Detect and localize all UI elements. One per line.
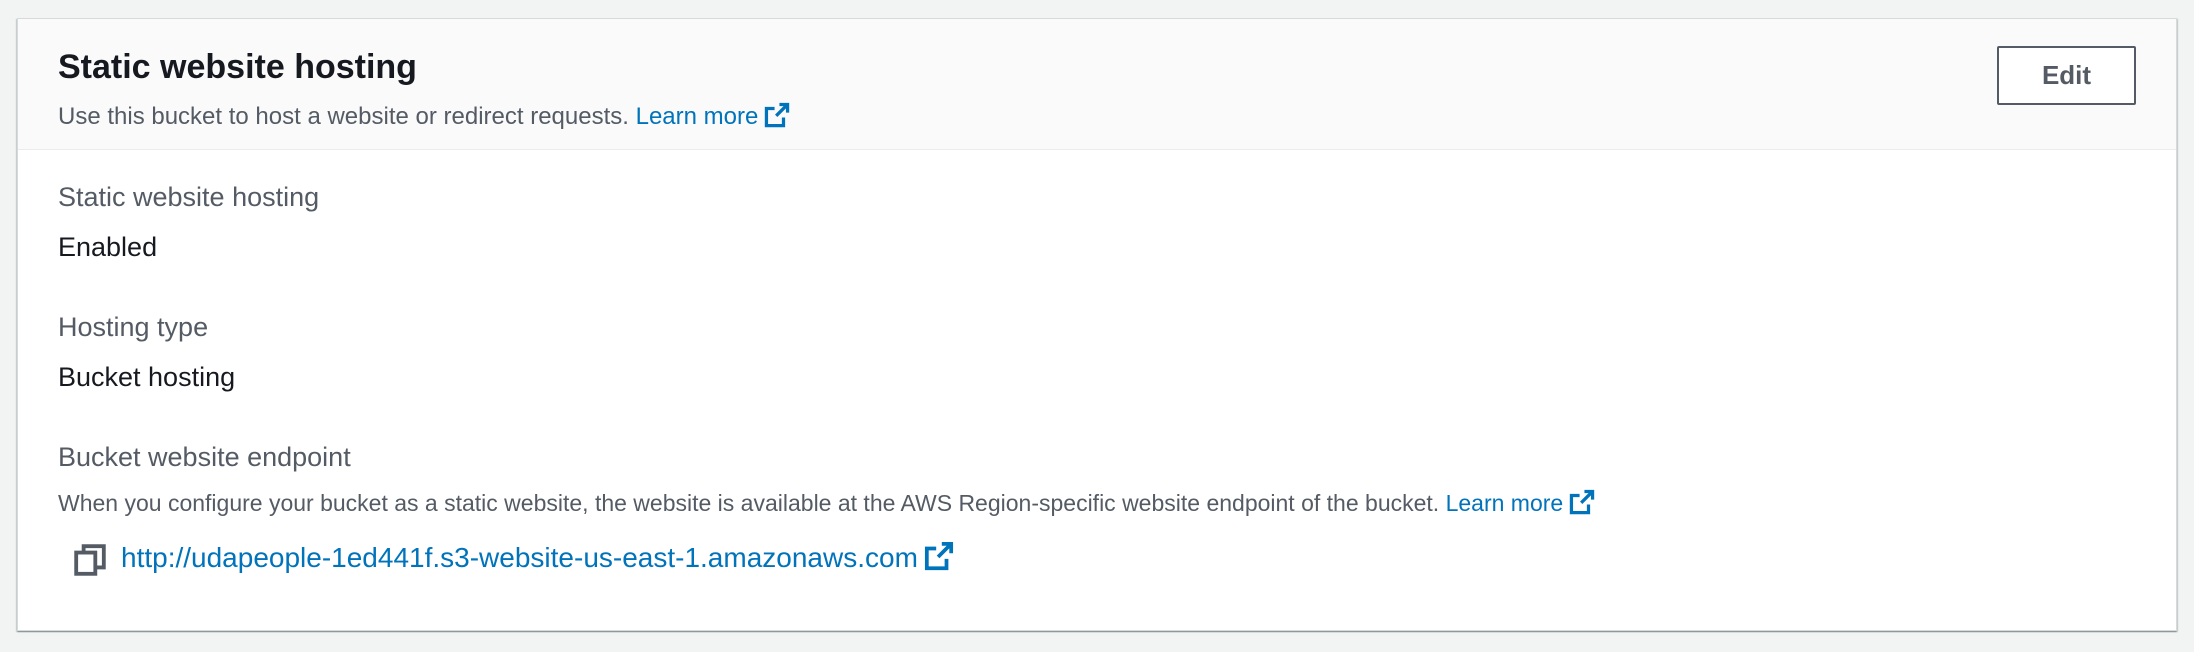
copy-icon[interactable]	[73, 543, 107, 577]
panel-description-text: Use this bucket to host a website or red…	[58, 103, 629, 130]
learn-more-label: Learn more	[635, 103, 759, 130]
panel-description: Use this bucket to host a website or red…	[58, 101, 790, 136]
static-website-hosting-label: Static website hosting	[58, 182, 320, 212]
endpoint-description-text: When you configure your bucket as a stat…	[58, 490, 1440, 516]
bucket-website-endpoint-label: Bucket website endpoint	[58, 442, 351, 472]
learn-more-link[interactable]: Learn more	[635, 102, 791, 130]
endpoint-learn-more-link[interactable]: Learn more	[1445, 489, 1596, 516]
external-link-icon	[764, 102, 790, 136]
external-link-icon	[924, 541, 954, 578]
static-website-hosting-panel: Static website hosting Use this bucket t…	[17, 18, 2177, 631]
static-website-hosting-value: Enabled	[58, 232, 158, 262]
external-link-icon	[1569, 489, 1595, 521]
panel-header: Static website hosting Use this bucket t…	[18, 19, 2176, 150]
hosting-type-value: Bucket hosting	[58, 362, 236, 392]
endpoint-learn-more-label: Learn more	[1445, 490, 1564, 516]
panel-title: Static website hosting	[58, 48, 417, 86]
edit-button[interactable]: Edit	[1997, 46, 2136, 105]
endpoint-url-text: http://udapeople-1ed441f.s3-website-us-e…	[121, 542, 918, 573]
bucket-website-endpoint-description: When you configure your bucket as a stat…	[58, 489, 1595, 521]
hosting-type-label: Hosting type	[58, 312, 209, 342]
endpoint-url-link[interactable]: http://udapeople-1ed441f.s3-website-us-e…	[121, 541, 954, 578]
endpoint-url-row: http://udapeople-1ed441f.s3-website-us-e…	[73, 541, 954, 578]
